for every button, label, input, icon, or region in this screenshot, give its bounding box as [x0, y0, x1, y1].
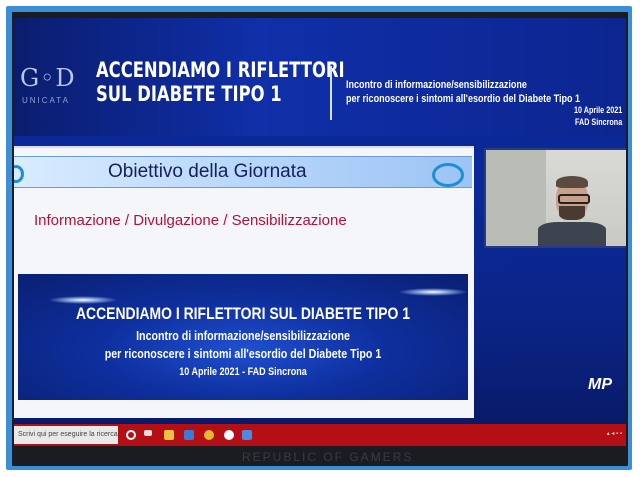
cortana-icon[interactable]	[126, 430, 136, 440]
monitor-bezel-brand: REPUBLIC OF GAMERS	[242, 450, 414, 464]
speaker-hair	[556, 176, 588, 188]
slide-body: Informazione / Divulgazione / Sensibiliz…	[34, 212, 347, 229]
corner-logo: MP	[588, 376, 612, 393]
file-explorer-icon[interactable]	[164, 430, 174, 440]
chrome-icon[interactable]	[204, 430, 214, 440]
speaker-webcam	[484, 148, 626, 248]
presentation-screen: G◦D UNICATA ACCENDIAMO I RIFLETTORI SUL …	[14, 18, 626, 438]
slide-title: Obiettivo della Giornata	[108, 161, 307, 182]
windows-taskbar: Scrivi qui per eseguire la ricerca ▴ ◂ ▪…	[14, 424, 626, 446]
event-date: 10 Aprile 2021	[573, 105, 622, 115]
event-subtitle-line1: Incontro di informazione/sensibilizzazio…	[346, 79, 527, 91]
magnifier-icon	[432, 163, 464, 187]
webcam-background	[486, 150, 546, 246]
org-logo: G◦D	[20, 64, 76, 92]
decorative-ring-icon	[14, 165, 24, 183]
task-view-icon[interactable]	[144, 430, 152, 436]
light-flare	[48, 296, 118, 304]
event-title-line1: ACCENDIAMO I RIFLETTORI	[96, 58, 345, 82]
light-flare	[398, 288, 468, 296]
shared-slide: Obiettivo della Giornata Informazione / …	[14, 146, 474, 418]
slide-event-banner: ACCENDIAMO I RIFLETTORI SUL DIABETE TIPO…	[18, 274, 468, 400]
monitor-photo: G◦D UNICATA ACCENDIAMO I RIFLETTORI SUL …	[12, 12, 628, 466]
document-icon[interactable]	[184, 430, 194, 440]
speaker-beard	[559, 206, 585, 220]
settings-icon[interactable]	[224, 430, 234, 440]
banner-line4: 10 Aprile 2021 - FAD Sincrona	[179, 366, 307, 378]
app-icon[interactable]	[242, 430, 252, 440]
system-tray[interactable]: ▴ ◂ ▪ ▪	[607, 430, 622, 437]
header-banner: G◦D UNICATA ACCENDIAMO I RIFLETTORI SUL …	[14, 18, 626, 136]
event-mode: FAD Sincrona	[574, 117, 622, 127]
event-subtitle: Incontro di informazione/sensibilizzazio…	[346, 78, 580, 106]
event-subtitle-line2: per riconoscere i sintomi all'esordio de…	[346, 93, 581, 105]
event-date-box: 10 Aprile 2021 FAD Sincrona	[574, 104, 622, 128]
slide-header: Obiettivo della Giornata	[14, 156, 472, 188]
header-divider	[330, 66, 332, 120]
banner-line2: Incontro di informazione/sensibilizzazio…	[136, 328, 350, 343]
org-logo-sub: UNICATA	[22, 96, 70, 105]
banner-line3: per riconoscere i sintomi all'esordio de…	[104, 346, 382, 361]
banner-line1: ACCENDIAMO I RIFLETTORI SUL DIABETE TIPO…	[75, 304, 411, 323]
event-title-line2: SUL DIABETE TIPO 1	[96, 82, 282, 106]
speaker-body	[538, 222, 606, 246]
event-title: ACCENDIAMO I RIFLETTORI SUL DIABETE TIPO…	[96, 58, 345, 106]
speaker-glasses	[558, 194, 590, 204]
taskbar-search-input[interactable]: Scrivi qui per eseguire la ricerca	[14, 426, 118, 444]
